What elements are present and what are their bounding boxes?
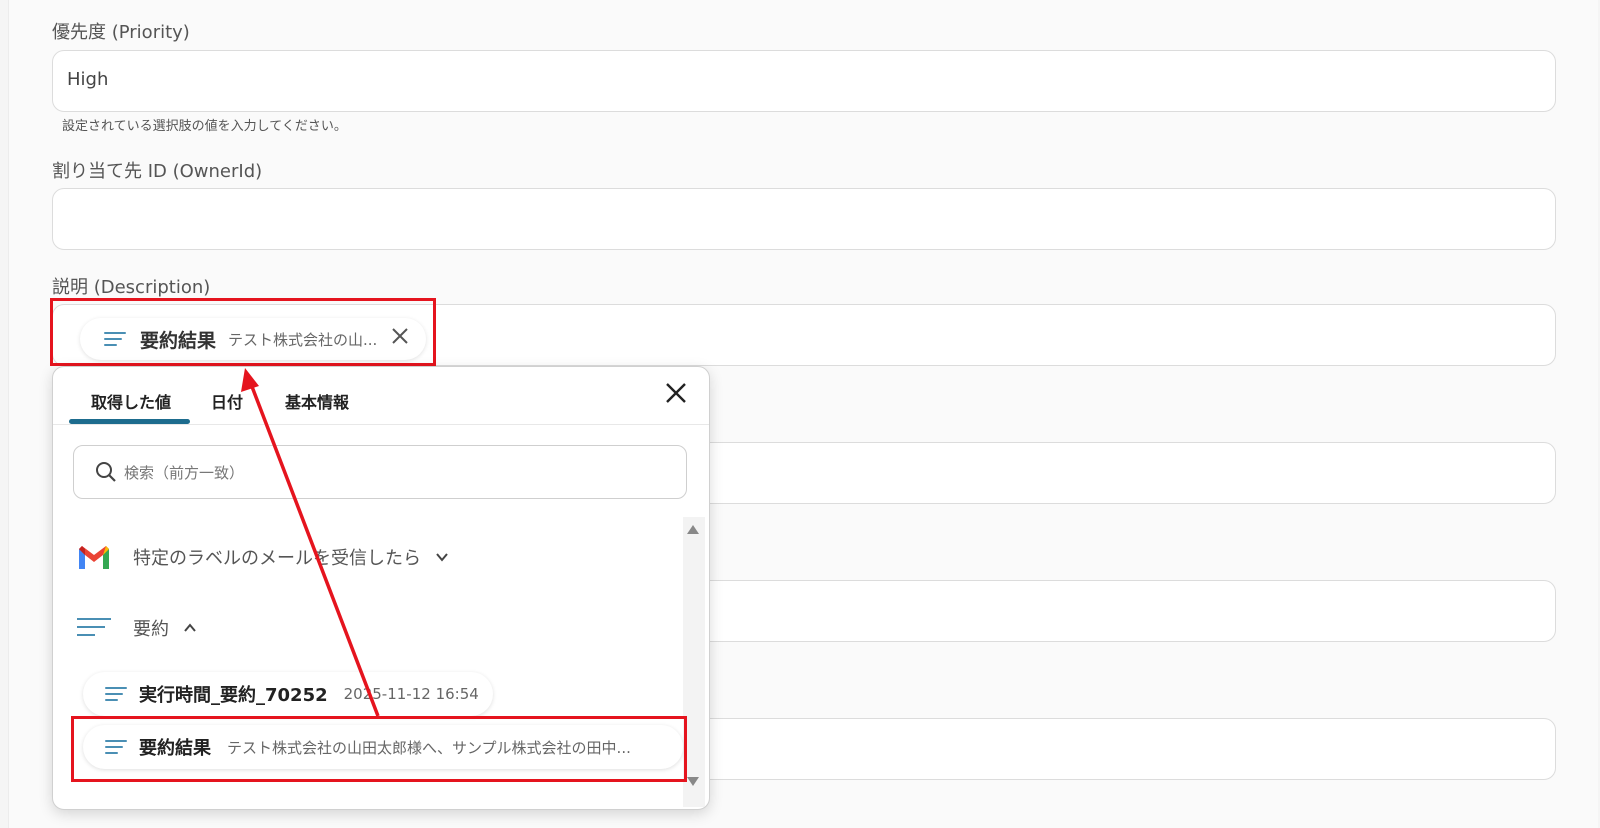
owner-label: 割り当て先 ID (OwnerId) bbox=[52, 161, 263, 182]
priority-input[interactable]: High bbox=[52, 50, 1556, 112]
lines-icon bbox=[77, 618, 111, 636]
list-item[interactable]: 実行時間_要約_70252 2025-11-12 16:54 bbox=[83, 672, 493, 716]
description-label: 説明 (Description) bbox=[52, 277, 211, 298]
tab-date[interactable]: 日付 bbox=[211, 389, 243, 413]
search-icon bbox=[96, 462, 116, 482]
priority-value: High bbox=[67, 69, 109, 90]
active-tab-indicator bbox=[69, 419, 190, 424]
scroll-up-arrow-icon[interactable] bbox=[687, 525, 699, 534]
item-name: 実行時間_要約_70252 bbox=[139, 685, 328, 706]
chevron-down-icon bbox=[436, 553, 448, 562]
priority-hint: 設定されている選択肢の値を入力してください。 bbox=[62, 119, 347, 134]
highlight-box-item bbox=[71, 716, 687, 782]
scroll-down-arrow-icon[interactable] bbox=[687, 777, 699, 786]
owner-input[interactable] bbox=[52, 188, 1556, 250]
group-gmail-trigger[interactable]: 特定のラベルのメールを受信したら bbox=[77, 543, 449, 571]
item-value: 2025-11-12 16:54 bbox=[343, 685, 479, 703]
group-label: 特定のラベルのメールを受信したら bbox=[133, 548, 421, 569]
tab-acquired-values[interactable]: 取得した値 bbox=[91, 389, 171, 413]
tab-bar: 取得した値 日付 基本情報 bbox=[53, 367, 709, 425]
group-summary[interactable]: 要約 bbox=[77, 615, 197, 641]
priority-label: 優先度 (Priority) bbox=[52, 22, 190, 43]
gmail-icon bbox=[79, 546, 109, 569]
lines-icon bbox=[105, 687, 127, 701]
close-icon[interactable] bbox=[661, 381, 691, 411]
search-placeholder: 検索（前方一致） bbox=[124, 464, 245, 482]
tab-basic-info[interactable]: 基本情報 bbox=[285, 389, 349, 413]
search-input[interactable]: 検索（前方一致） bbox=[73, 445, 687, 499]
chevron-up-icon bbox=[184, 623, 196, 632]
group-label: 要約 bbox=[133, 619, 169, 640]
highlight-box-token bbox=[50, 298, 436, 366]
